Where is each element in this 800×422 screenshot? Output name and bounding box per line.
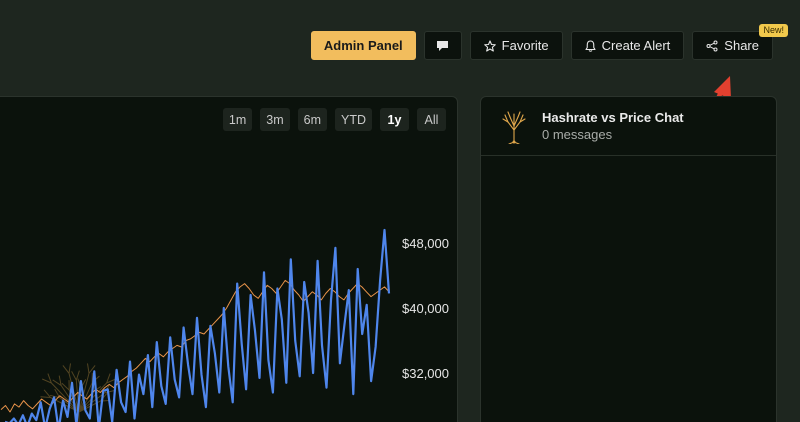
comment-icon <box>437 40 449 51</box>
chart-panel: 1m 3m 6m YTD 1y All $48,000 $40,000 $32,000 <box>0 96 458 422</box>
comment-button[interactable] <box>423 31 462 60</box>
chat-message-count: 0 messages <box>542 127 613 142</box>
create-alert-button[interactable]: Create Alert <box>570 31 685 60</box>
tree-icon <box>502 111 526 144</box>
share-button[interactable]: Share New! <box>692 24 788 60</box>
admin-panel-button[interactable]: Admin Panel <box>310 31 416 60</box>
favorite-button[interactable]: Favorite <box>469 31 563 60</box>
favorite-label: Favorite <box>501 38 549 53</box>
star-icon <box>483 39 496 52</box>
hashrate-price-chart[interactable]: $48,000 $40,000 $32,000 <box>0 97 458 422</box>
create-alert-label: Create Alert <box>601 38 671 53</box>
hashrate-series-line <box>4 228 391 422</box>
top-toolbar: Admin Panel Favorite Create Alert Share … <box>310 24 788 60</box>
share-label: Share <box>724 38 759 53</box>
y-tick-label: $40,000 <box>402 301 449 316</box>
new-badge: New! <box>759 24 788 37</box>
y-tick-label: $48,000 <box>402 236 449 251</box>
share-icon <box>706 40 718 51</box>
chat-panel: Hashrate vs Price Chat 0 messages <box>480 96 777 422</box>
bell-icon <box>585 39 596 52</box>
chat-info: Hashrate vs Price Chat 0 messages <box>542 110 684 142</box>
chat-header: Hashrate vs Price Chat 0 messages <box>481 97 776 156</box>
chat-title: Hashrate vs Price Chat <box>542 110 684 125</box>
y-tick-label: $32,000 <box>402 366 449 381</box>
